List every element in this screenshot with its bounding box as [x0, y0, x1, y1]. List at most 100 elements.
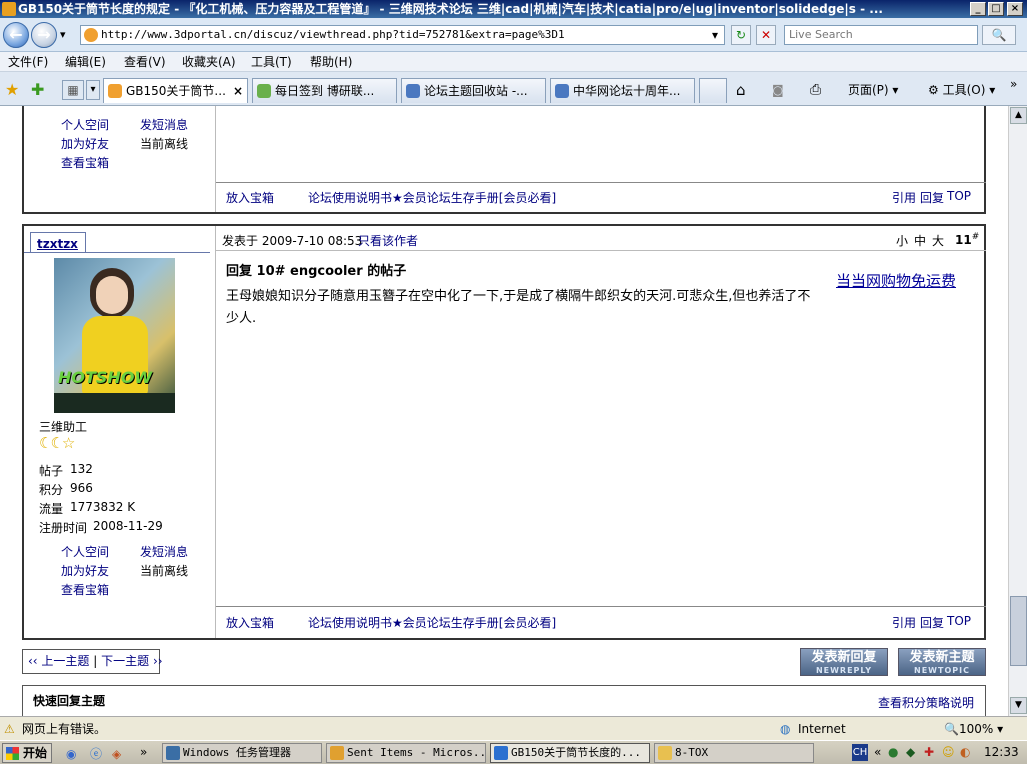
forum-manual-link[interactable]: 论坛使用说明书★会员论坛生存手册[会员必看]: [308, 189, 556, 206]
warning-icon[interactable]: ⚠: [4, 717, 15, 741]
reply-link[interactable]: 回复: [920, 614, 944, 631]
send-message-link[interactable]: 发短消息: [140, 543, 188, 560]
tab-close-icon[interactable]: ×: [233, 79, 243, 103]
tray-antivirus-icon[interactable]: ◆: [906, 741, 915, 763]
ime-indicator[interactable]: CH: [852, 744, 868, 761]
address-toolbar: ← → ▾ http://www.3dportal.cn/discuz/view…: [0, 18, 1027, 52]
top-link[interactable]: TOP: [947, 189, 971, 203]
new-reply-button[interactable]: 发表新回复 NEWREPLY: [800, 648, 888, 676]
ad-free-shipping-link[interactable]: 当当网购物免运费: [836, 270, 956, 291]
stat-value-register: 2008-11-29: [93, 519, 163, 533]
zoom-level[interactable]: 🔍100% ▾: [944, 717, 1003, 741]
put-in-treasure-link[interactable]: 放入宝箱: [226, 614, 274, 631]
floor-number: 11: [955, 233, 972, 247]
author-name-link[interactable]: tzxtzx: [30, 232, 86, 252]
maximize-button[interactable]: □: [988, 2, 1004, 16]
scrollbar-thumb[interactable]: [1010, 596, 1027, 666]
window-title-bar: GB150关于筒节长度的规定 - 『化工机械、压力容器及工程管道』 - 三维网技…: [0, 0, 1027, 18]
quick-reply-title: 快速回复主题: [33, 694, 106, 708]
add-friend-link[interactable]: 加为好友: [61, 562, 109, 579]
menu-view[interactable]: 查看(V): [124, 52, 166, 72]
post-floor-number[interactable]: 11#: [955, 232, 979, 247]
url-input[interactable]: http://www.3dportal.cn/discuz/viewthread…: [80, 25, 725, 45]
prev-thread-link[interactable]: ‹‹ 上一主题: [28, 654, 89, 668]
personal-space-link[interactable]: 个人空间: [61, 116, 109, 133]
windows-taskbar: 开始 ◉ ⓔ ◈ » Windows 任务管理器 Sent Items - Mi…: [0, 740, 1027, 764]
tab-list-dropdown-icon[interactable]: ▾: [86, 80, 100, 100]
next-thread-link[interactable]: 下一主题 ››: [101, 654, 162, 668]
task-gb150-browser[interactable]: GB150关于筒节长度的...: [490, 743, 650, 763]
favorites-star-icon[interactable]: ★: [5, 80, 19, 99]
send-message-link[interactable]: 发短消息: [140, 116, 188, 133]
home-icon[interactable]: ⌂: [736, 80, 746, 100]
menu-tools[interactable]: 工具(T): [251, 52, 292, 72]
url-text: http://www.3dportal.cn/discuz/viewthread…: [101, 28, 565, 41]
menu-edit[interactable]: 编辑(E): [65, 52, 106, 72]
tab-china-forum[interactable]: 中华网论坛十周年...: [550, 78, 695, 103]
new-tab-button[interactable]: [699, 78, 727, 103]
task-sent-items[interactable]: Sent Items - Micros...: [326, 743, 486, 763]
add-friend-link[interactable]: 加为好友: [61, 135, 109, 152]
url-dropdown-icon[interactable]: ▾: [706, 26, 724, 44]
toolbar-overflow-icon[interactable]: »: [1010, 74, 1017, 94]
new-topic-button[interactable]: 发表新主题 NEWTOPIC: [898, 648, 986, 676]
view-treasure-link[interactable]: 查看宝箱: [61, 154, 109, 171]
scroll-down-arrow-icon[interactable]: ▼: [1010, 697, 1027, 714]
put-in-treasure-link[interactable]: 放入宝箱: [226, 189, 274, 206]
reply-link[interactable]: 回复: [920, 189, 944, 206]
tab-recycle[interactable]: 论坛主题回收站 -...: [401, 78, 546, 103]
top-link[interactable]: TOP: [947, 614, 971, 628]
view-treasure-link[interactable]: 查看宝箱: [61, 581, 109, 598]
task-windows-task-manager[interactable]: Windows 任务管理器: [162, 743, 322, 763]
start-button[interactable]: 开始: [2, 743, 52, 763]
rss-feeds-icon[interactable]: ◙: [772, 80, 784, 100]
add-favorite-icon[interactable]: ✚: [31, 80, 44, 99]
forum-manual-link[interactable]: 论坛使用说明书★会员论坛生存手册[会员必看]: [308, 614, 556, 631]
menu-bar: 文件(F) 编辑(E) 查看(V) 收藏夹(A) 工具(T) 帮助(H): [0, 52, 1027, 72]
author-avatar[interactable]: HOTSHOW: [54, 258, 175, 413]
zoom-icon: 🔍: [944, 722, 959, 736]
tray-expand-icon[interactable]: «: [874, 741, 881, 763]
refresh-button[interactable]: ↻: [731, 25, 751, 45]
tray-network-icon[interactable]: ●: [888, 741, 898, 763]
history-dropdown-icon[interactable]: ▾: [60, 28, 66, 41]
tab-checkin[interactable]: 每日签到 博研联...: [252, 78, 397, 103]
close-window-button[interactable]: ×: [1007, 2, 1023, 16]
page-error-text[interactable]: 网页上有错误。: [22, 717, 106, 741]
forward-button[interactable]: →: [31, 22, 57, 48]
menu-help[interactable]: 帮助(H): [310, 52, 352, 72]
tray-shield-icon[interactable]: ✚: [924, 741, 934, 763]
quick-tabs-icon[interactable]: ▦: [62, 80, 84, 100]
tray-messenger-icon[interactable]: ☺: [942, 741, 955, 763]
vertical-scrollbar[interactable]: ▲ ▼: [1008, 106, 1027, 716]
personal-space-link[interactable]: 个人空间: [61, 543, 109, 560]
floor-mark: #: [971, 232, 980, 242]
quote-link[interactable]: 引用: [892, 614, 916, 631]
tools-menu[interactable]: ⚙ 工具(O) ▾: [928, 80, 995, 100]
menu-favorites[interactable]: 收藏夹(A): [182, 52, 236, 72]
system-clock[interactable]: 12:33: [984, 741, 1019, 763]
task-folder-8tox[interactable]: 8-TOX: [654, 743, 814, 763]
quote-link[interactable]: 引用: [892, 189, 916, 206]
quicklaunch-overflow-icon[interactable]: »: [140, 741, 147, 763]
page-menu[interactable]: 页面(P) ▾: [848, 80, 898, 100]
search-go-button[interactable]: 🔍: [982, 25, 1016, 45]
live-search-input[interactable]: Live Search: [784, 25, 978, 45]
tray-volume-icon[interactable]: ◐: [960, 741, 970, 763]
menu-file[interactable]: 文件(F): [8, 52, 48, 72]
scroll-up-arrow-icon[interactable]: ▲: [1010, 107, 1027, 124]
stop-button[interactable]: ✕: [756, 25, 776, 45]
back-button[interactable]: ←: [3, 22, 29, 48]
print-icon[interactable]: ⎙: [810, 80, 821, 100]
tab-gb150[interactable]: GB150关于筒节... ×: [103, 78, 248, 103]
points-policy-link[interactable]: 查看积分策略说明: [878, 694, 974, 711]
tab-label: GB150关于筒节...: [126, 84, 226, 98]
quicklaunch-browser-icon[interactable]: ⓔ: [90, 743, 102, 764]
quicklaunch-ie-icon[interactable]: ◉: [66, 743, 76, 764]
font-size-large[interactable]: 大: [932, 232, 944, 249]
quicklaunch-app-icon[interactable]: ◈: [112, 743, 121, 764]
minimize-button[interactable]: _: [970, 2, 986, 16]
font-size-small[interactable]: 小: [896, 232, 908, 249]
font-size-medium[interactable]: 中: [914, 232, 926, 249]
only-author-link[interactable]: 只看该作者: [358, 232, 418, 249]
